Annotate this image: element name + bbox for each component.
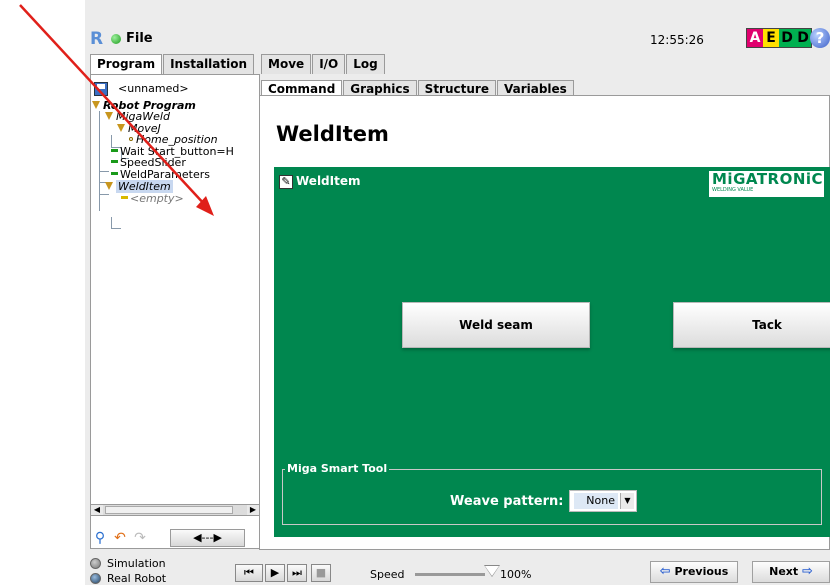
- redo-icon[interactable]: ↷: [130, 528, 150, 548]
- status-letter-d1: D: [779, 29, 795, 47]
- empty-placeholder-icon: [121, 196, 128, 199]
- speed-label: Speed: [370, 568, 405, 581]
- play-button[interactable]: ▶: [265, 564, 285, 582]
- tab-program[interactable]: Program: [90, 54, 163, 75]
- simulation-label: Simulation: [107, 557, 166, 570]
- group-title: Miga Smart Tool: [285, 462, 390, 475]
- weave-pattern-value: None: [574, 493, 618, 509]
- program-tree-panel: <unnamed> Robot Program MigaWeld MoveJ H…: [90, 74, 260, 549]
- move-node-button[interactable]: ◀---▶: [170, 529, 245, 547]
- speed-value: 100%: [500, 568, 532, 581]
- expand-triangle-icon: [105, 182, 113, 190]
- main-tabs: Program Installation Move I/O Log: [90, 54, 386, 75]
- stop-icon: ■: [315, 566, 327, 579]
- arrow-left-icon: ⇦: [659, 564, 671, 579]
- tree-node-migaweld[interactable]: MigaWeld: [105, 111, 170, 122]
- command-bar-icon: [111, 160, 118, 163]
- status-letter-e: E: [763, 29, 779, 47]
- weave-pattern-label: Weave pattern:: [450, 494, 564, 509]
- step-button[interactable]: ⏭: [287, 564, 307, 582]
- tree-node-home-position[interactable]: Home_position: [129, 134, 218, 145]
- previous-button[interactable]: ⇦ Previous: [650, 561, 738, 583]
- search-icon[interactable]: ⚲: [90, 528, 110, 548]
- undo-icon[interactable]: ↶: [110, 528, 130, 548]
- tack-button[interactable]: Tack: [673, 302, 830, 348]
- next-button[interactable]: Next ⇨: [752, 561, 830, 583]
- welditem-node-panel: ✎ WeldItem MiGATRONiC WELDING VALUE Weld…: [274, 167, 830, 537]
- step-icon: ⏭: [292, 566, 302, 579]
- rewind-icon: ⏮: [244, 566, 254, 579]
- help-icon[interactable]: ?: [810, 28, 830, 48]
- polyscope-window: R File 12:55:26 A E D D ? Program Instal…: [85, 0, 830, 585]
- status-letter-d2: D: [795, 29, 811, 47]
- tab-installation[interactable]: Installation: [163, 54, 255, 74]
- program-name-row: <unnamed>: [91, 80, 259, 98]
- waypoint-icon: [129, 137, 133, 141]
- chevron-down-icon[interactable]: ▼: [620, 493, 634, 509]
- tree-node-welditem[interactable]: WeldItem: [105, 180, 173, 193]
- tree-node-speedslider[interactable]: SpeedSlider: [111, 157, 186, 168]
- real-robot-label: Real Robot: [107, 572, 167, 585]
- command-bar-icon: [111, 149, 118, 152]
- welditem-panel-label: WeldItem: [296, 174, 361, 188]
- radio-icon[interactable]: [90, 573, 101, 584]
- miga-smart-tool-group: Miga Smart Tool Weave pattern: None ▼: [282, 462, 822, 525]
- expand-triangle-icon: [92, 101, 100, 109]
- previous-label: Previous: [674, 565, 729, 578]
- migatronic-logo: MiGATRONiC WELDING VALUE: [709, 171, 824, 197]
- ur-logo-icon: R: [90, 29, 104, 49]
- next-label: Next: [769, 565, 799, 578]
- weave-pattern-select[interactable]: None ▼: [569, 490, 637, 512]
- logo-text: MiGATRONiC: [712, 170, 824, 188]
- tree-toolbar: ⚲ ↶ ↷ ◀---▶: [90, 527, 260, 549]
- real-robot-option[interactable]: Real Robot: [90, 572, 166, 585]
- speed-slider-track[interactable]: [415, 573, 485, 576]
- expand-triangle-icon: [117, 124, 125, 132]
- tab-io[interactable]: I/O: [312, 54, 346, 74]
- file-menu[interactable]: File: [126, 31, 153, 46]
- rewind-button[interactable]: ⏮: [235, 564, 263, 582]
- speed-slider-knob[interactable]: [485, 566, 499, 576]
- tree-label-empty: <empty>: [130, 192, 184, 205]
- pencil-icon: ✎: [279, 175, 293, 189]
- save-icon[interactable]: [94, 82, 108, 96]
- tree-node-empty[interactable]: <empty>: [121, 193, 184, 204]
- tab-move[interactable]: Move: [261, 54, 312, 74]
- status-letter-a: A: [747, 29, 763, 47]
- program-name: <unnamed>: [118, 82, 189, 95]
- radio-icon[interactable]: [90, 558, 101, 569]
- command-bar-icon: [111, 172, 118, 175]
- expand-triangle-icon: [105, 112, 113, 120]
- scroll-left-icon[interactable]: ◀: [91, 505, 103, 515]
- scroll-right-icon[interactable]: ▶: [247, 505, 259, 515]
- clock: 12:55:26: [650, 33, 704, 47]
- tree-node-weldparameters[interactable]: WeldParameters: [111, 169, 210, 180]
- stop-button[interactable]: ■: [311, 564, 331, 582]
- scroll-thumb[interactable]: [105, 506, 233, 514]
- weld-seam-button[interactable]: Weld seam: [402, 302, 590, 348]
- background-margin: [0, 0, 85, 585]
- arrow-right-icon: ⇨: [801, 564, 813, 579]
- tree-horizontal-scrollbar[interactable]: ◀ ▶: [90, 504, 260, 516]
- simulation-option[interactable]: Simulation: [90, 557, 166, 570]
- page-title: WeldItem: [276, 122, 389, 146]
- status-indicator: A E D D: [746, 28, 812, 48]
- file-status-icon: [111, 34, 121, 44]
- tab-log[interactable]: Log: [346, 54, 385, 74]
- play-icon: ▶: [270, 566, 280, 579]
